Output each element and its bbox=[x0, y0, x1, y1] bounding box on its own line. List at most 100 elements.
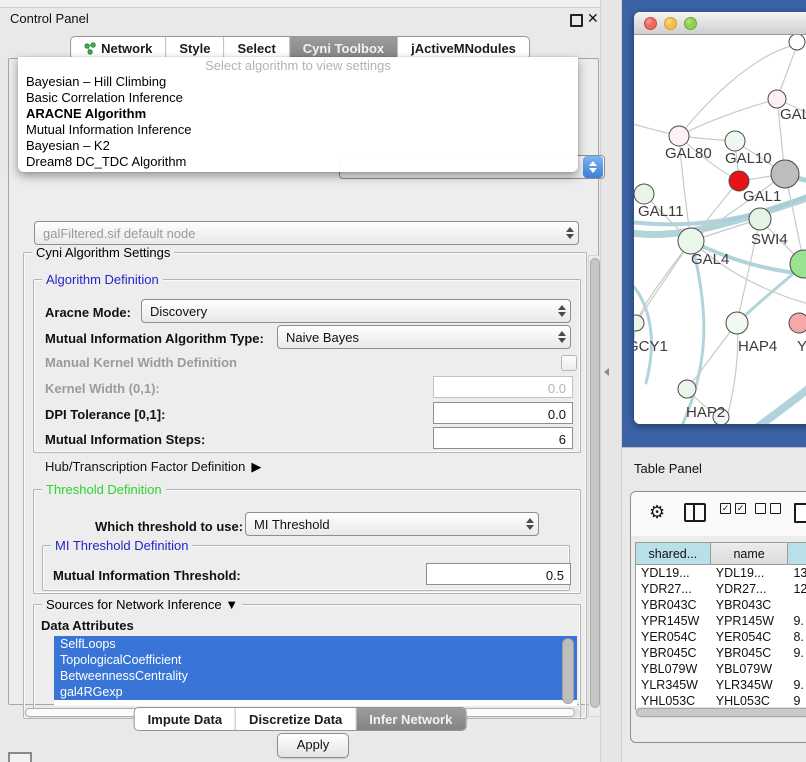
collapsed-panel-stub bbox=[8, 752, 32, 762]
cyni-algorithm-settings-title: Cyni Algorithm Settings bbox=[32, 245, 174, 260]
attributes-scrollbar[interactable] bbox=[562, 638, 574, 704]
table-cell: YBR043C bbox=[711, 597, 789, 613]
table-horizontal-scrollbar[interactable] bbox=[635, 707, 806, 718]
deselect-all-icon[interactable] bbox=[755, 503, 781, 514]
bottom-tab-impute-data[interactable]: Impute Data bbox=[135, 708, 235, 730]
network-node-label: GAL80 bbox=[665, 145, 712, 162]
bottom-tab-discretize-data[interactable]: Discretize Data bbox=[235, 708, 355, 730]
mi-threshold-field[interactable] bbox=[426, 563, 571, 585]
cyni-bottom-tabbar: Impute DataDiscretize DataInfer Network bbox=[134, 707, 467, 731]
table-row[interactable]: YBR043CYBR043C bbox=[636, 597, 806, 613]
data-attribute-item[interactable]: BetweennessCentrality bbox=[54, 668, 577, 684]
select-all-icon[interactable]: ✓✓ bbox=[720, 503, 746, 514]
algorithm-option[interactable]: ARACNE Algorithm bbox=[18, 106, 578, 122]
network-node[interactable] bbox=[789, 35, 805, 50]
table-cell: 9. bbox=[788, 645, 806, 661]
unchecked-box-icon bbox=[770, 503, 781, 514]
close-icon[interactable]: ✕ bbox=[587, 10, 599, 27]
algorithm-dropdown-popup: Select algorithm to view settings Bayesi… bbox=[18, 57, 578, 172]
tab-label: Network bbox=[101, 41, 152, 56]
network-edge bbox=[636, 241, 691, 323]
hub-definition-toggle[interactable]: Hub/Transcription Factor Definition▶ bbox=[45, 459, 261, 475]
split-pane-divider[interactable] bbox=[600, 0, 622, 762]
tab-style[interactable]: Style bbox=[165, 37, 223, 59]
apply-button[interactable]: Apply bbox=[277, 733, 349, 758]
network-node-gal1[interactable] bbox=[771, 160, 799, 188]
table-row[interactable]: YPR145WYPR145W9. bbox=[636, 613, 806, 629]
table-cell: YDL19... bbox=[636, 565, 711, 581]
algorithm-option[interactable]: Dream8 DC_TDC Algorithm bbox=[18, 154, 578, 170]
table-cell: YBR043C bbox=[636, 597, 711, 613]
network-node-y[interactable] bbox=[789, 313, 806, 333]
dpi-tolerance-field[interactable] bbox=[433, 402, 573, 424]
table-cell: 9. bbox=[788, 677, 806, 693]
table-row[interactable]: YBR045CYBR045C9. bbox=[636, 645, 806, 661]
table-cell: 9. bbox=[788, 613, 806, 629]
table-cell: YER054C bbox=[636, 629, 711, 645]
manual-kernel-checkbox[interactable] bbox=[561, 355, 577, 371]
mi-threshold-title: MI Threshold Definition bbox=[51, 538, 192, 553]
network-node-swi4[interactable] bbox=[749, 208, 771, 230]
gear-icon[interactable]: ⚙ bbox=[649, 503, 665, 521]
network-canvas[interactable]: GAL7GAL80GAL10GAL1GAL11SWI4GAL4GCY1HAP4Y… bbox=[634, 35, 806, 424]
bottom-tab-infer-network[interactable]: Infer Network bbox=[355, 708, 465, 730]
triangle-right-icon: ▶ bbox=[251, 459, 261, 475]
table-row[interactable]: YER054CYER054C8. bbox=[636, 629, 806, 645]
combobox-spinner-icon bbox=[583, 156, 603, 178]
network-node-hap4[interactable] bbox=[726, 312, 748, 334]
network-node-hap2[interactable] bbox=[678, 380, 696, 398]
data-attribute-item[interactable]: SelfLoops bbox=[54, 636, 577, 652]
mi-steps-field[interactable] bbox=[433, 427, 573, 449]
table-cell: YBL079W bbox=[711, 661, 789, 677]
network-view-window[interactable]: GAL7GAL80GAL10GAL1GAL11SWI4GAL4GCY1HAP4Y… bbox=[634, 12, 806, 424]
network-table-combobox-value: galFiltered.sif default node bbox=[43, 226, 195, 241]
table-window: ⚙ ✓✓ shared...nameA YDL19...YDL19...13YD… bbox=[630, 491, 806, 743]
mi-threshold-label: Mutual Information Threshold: bbox=[53, 568, 241, 583]
network-node-gal10[interactable] bbox=[725, 131, 745, 151]
export-table-icon[interactable] bbox=[794, 503, 806, 523]
table-cell: 8. bbox=[788, 629, 806, 645]
combobox-spinner-icon bbox=[521, 513, 538, 535]
mi-type-combobox[interactable]: Naive Bayes bbox=[277, 325, 571, 349]
tab-label: Select bbox=[237, 41, 275, 56]
combobox-spinner-icon bbox=[553, 326, 570, 348]
tab-cyni-toolbox[interactable]: Cyni Toolbox bbox=[289, 37, 397, 59]
split-columns-icon[interactable] bbox=[684, 503, 706, 522]
network-node-gcy1[interactable] bbox=[634, 315, 644, 331]
kernel-width-field[interactable] bbox=[433, 376, 573, 398]
sources-toggle[interactable]: Sources for Network Inference ▼ bbox=[42, 597, 242, 612]
network-node-gal80[interactable] bbox=[669, 126, 689, 146]
aracne-mode-combobox[interactable]: Discovery bbox=[141, 299, 571, 323]
network-window-titlebar[interactable] bbox=[634, 12, 806, 35]
splitter-handle-icon[interactable] bbox=[604, 368, 609, 376]
table-row[interactable]: YBL079WYBL079W bbox=[636, 661, 806, 677]
column-header-a[interactable]: A bbox=[788, 543, 806, 564]
data-attribute-item[interactable]: gal4RGexp bbox=[54, 684, 577, 700]
kernel-width-label: Kernel Width (0,1): bbox=[45, 381, 160, 396]
column-header-shared-[interactable]: shared... bbox=[636, 543, 711, 564]
minimize-window-button[interactable] bbox=[664, 17, 677, 30]
table-row[interactable]: YDR27...YDR27...12 bbox=[636, 581, 806, 597]
table-row[interactable]: YDL19...YDL19...13 bbox=[636, 565, 806, 581]
manual-kernel-label: Manual Kernel Width Definition bbox=[45, 355, 237, 370]
network-node-gal11[interactable] bbox=[634, 184, 654, 204]
network-table-combobox[interactable]: galFiltered.sif default node bbox=[34, 221, 579, 245]
control-panel: Control Panel ✕ NetworkStyleSelectCyni T… bbox=[0, 0, 600, 762]
tab-network[interactable]: Network bbox=[71, 37, 165, 59]
algorithm-option[interactable]: Basic Correlation Inference bbox=[18, 90, 578, 106]
tab-select[interactable]: Select bbox=[223, 37, 288, 59]
algorithm-option[interactable]: Bayesian – K2 bbox=[18, 138, 578, 154]
close-window-button[interactable] bbox=[644, 17, 657, 30]
algorithm-option[interactable]: Bayesian – Hill Climbing bbox=[18, 74, 578, 90]
tab-jactivemnodules[interactable]: jActiveMNodules bbox=[397, 37, 529, 59]
zoom-window-button[interactable] bbox=[684, 17, 697, 30]
data-attributes-list[interactable]: SelfLoopsTopologicalCoefficientBetweenne… bbox=[54, 636, 577, 706]
network-node-label: GCY1 bbox=[634, 338, 668, 355]
which-threshold-combobox[interactable]: MI Threshold bbox=[245, 512, 539, 536]
algorithm-option[interactable]: Mutual Information Inference bbox=[18, 122, 578, 138]
column-header-name[interactable]: name bbox=[711, 543, 789, 564]
combobox-spinner-icon bbox=[561, 222, 578, 244]
float-window-icon[interactable] bbox=[570, 14, 583, 27]
data-attribute-item[interactable]: TopologicalCoefficient bbox=[54, 652, 577, 668]
table-row[interactable]: YLR345WYLR345W9. bbox=[636, 677, 806, 693]
